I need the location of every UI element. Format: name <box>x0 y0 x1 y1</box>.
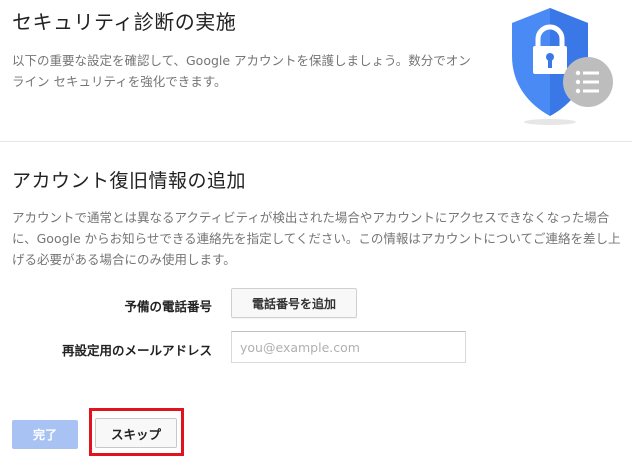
recovery-section-title: アカウント復旧情報の追加 <box>12 170 247 192</box>
add-phone-button[interactable]: 電話番号を追加 <box>231 288 357 318</box>
page-description: 以下の重要な設定を確認して、Google アカウントを保護しましょう。数分でオン… <box>12 53 471 89</box>
recovery-phone-label: 予備の電話番号 <box>124 299 212 314</box>
security-checkup-page: セキュリティ診断の実施 以下の重要な設定を確認して、Google アカウントを保… <box>0 0 632 461</box>
security-shield-lock-icon <box>500 4 616 128</box>
done-button[interactable]: 完了 <box>12 420 78 449</box>
skip-button[interactable]: スキップ <box>95 418 177 448</box>
recovery-email-label: 再設定用のメールアドレス <box>61 343 212 358</box>
recovery-email-input[interactable] <box>231 331 466 363</box>
recovery-section-description: アカウントで通常とは異なるアクティビティが検出された場合やアカウントにアクセスで… <box>12 210 621 267</box>
page-title: セキュリティ診断の実施 <box>12 10 237 34</box>
section-divider <box>0 141 632 142</box>
